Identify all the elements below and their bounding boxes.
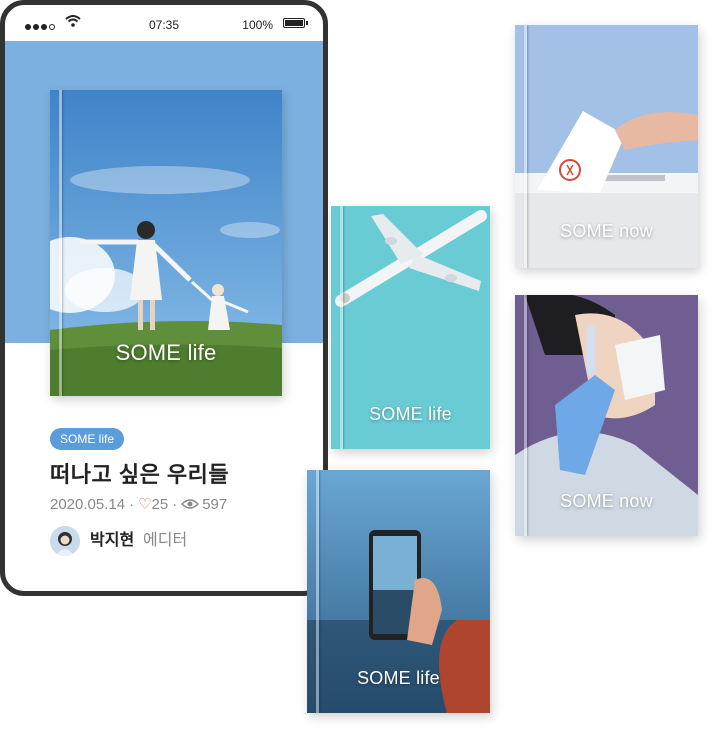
category-badge[interactable]: SOME life <box>50 428 125 450</box>
card-title: SOME now <box>560 491 653 511</box>
featured-cover-title: SOME life <box>115 340 217 365</box>
card-phone-photo[interactable]: SOME life <box>307 470 490 713</box>
post-title[interactable]: 떠나고 싶은 우리들 <box>50 457 229 489</box>
author-role: 에디터 <box>143 532 188 549</box>
like-count: 25 <box>151 496 169 513</box>
status-bar: 07:35 100% <box>5 5 323 41</box>
battery-icon <box>283 18 308 28</box>
featured-cover-card[interactable]: SOME life <box>50 90 282 396</box>
post-meta: 2020.05.14 · ♡25 · 597 <box>50 496 228 513</box>
post-date: 2020.05.14 <box>50 496 126 513</box>
eye-icon <box>181 499 200 509</box>
card-title: SOME now <box>560 221 653 241</box>
battery-percent: 100% <box>242 18 273 32</box>
avatar <box>50 526 80 556</box>
card-airplane[interactable]: SOME life <box>331 206 490 449</box>
phone-mockup: 07:35 100% SOME life SOME life 떠나고 싶은 우리… <box>0 0 328 596</box>
card-title: SOME life <box>357 668 440 688</box>
author-name: 박지현 <box>90 532 135 549</box>
heart-icon[interactable]: ♡ <box>138 496 151 513</box>
card-ballot[interactable]: SOME now <box>515 25 698 268</box>
card-title: SOME life <box>369 404 452 424</box>
status-time: 07:35 <box>148 18 180 32</box>
view-count: 597 <box>202 496 228 513</box>
card-mask[interactable]: SOME now <box>515 295 698 536</box>
